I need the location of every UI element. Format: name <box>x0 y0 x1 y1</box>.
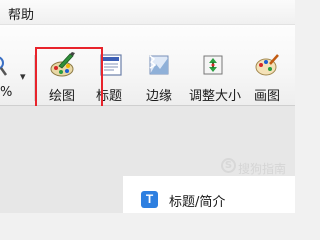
watermark-text: 搜狗指南 <box>238 162 287 176</box>
title-button[interactable]: 标题 <box>92 25 132 105</box>
chevron-down-icon[interactable]: ▾ <box>20 70 26 83</box>
toolbar-separator <box>34 55 35 101</box>
edge-button[interactable]: 边缘 <box>140 25 180 105</box>
watermark-logo: S <box>221 158 236 173</box>
ribbon-toolbar: % ▾ 绘图 标题 边缘 调整大小 画图 <box>0 25 295 106</box>
resize-label: 调整大小 <box>189 89 242 104</box>
resize-icon <box>203 55 223 75</box>
zoom-button[interactable]: % <box>0 25 20 105</box>
paint-palette-icon <box>50 52 75 77</box>
title-icon <box>100 54 122 76</box>
zoom-percent-label: % <box>0 85 13 100</box>
title-label: 标题 <box>96 89 123 104</box>
paint-icon <box>255 54 279 76</box>
title-intro-label[interactable]: 标题/简介 <box>169 191 225 210</box>
draw-button[interactable]: 绘图 <box>40 25 86 105</box>
title-intro-icon: T <box>141 191 158 208</box>
paint-label: 画图 <box>254 89 281 104</box>
paint-button[interactable]: 画图 <box>248 25 288 105</box>
menu-help[interactable]: 帮助 <box>8 4 34 23</box>
menu-bar: 帮助 <box>0 0 295 25</box>
draw-label: 绘图 <box>49 89 76 104</box>
resize-button[interactable]: 调整大小 <box>186 25 242 105</box>
zoom-icon <box>0 56 8 76</box>
edge-icon <box>149 55 169 75</box>
edge-label: 边缘 <box>146 89 173 104</box>
